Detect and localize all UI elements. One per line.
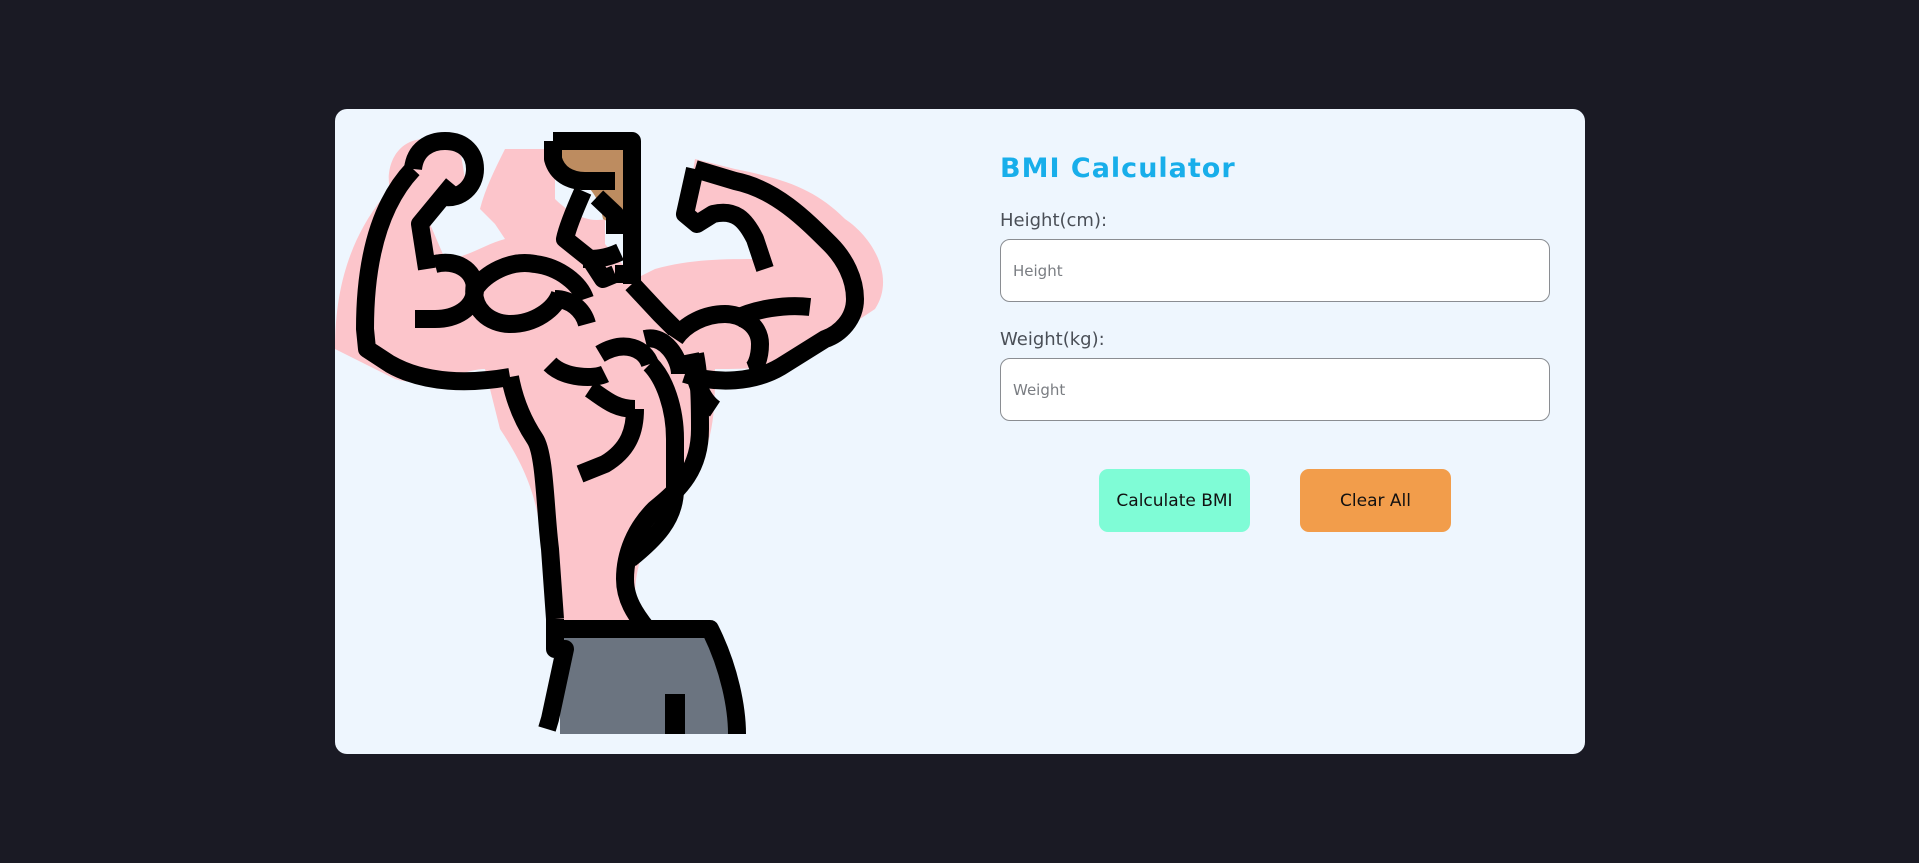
weight-input[interactable] [1000, 358, 1550, 421]
illustration-panel [335, 109, 975, 754]
page-title: BMI Calculator [1000, 153, 1236, 184]
flexing-man-icon [335, 132, 884, 735]
clear-all-button[interactable]: Clear All [1300, 469, 1451, 532]
bmi-card: BMI Calculator Height(cm): Weight(kg): C… [335, 109, 1585, 754]
weight-label: Weight(kg): [1000, 329, 1105, 350]
calculate-bmi-button[interactable]: Calculate BMI [1099, 469, 1250, 532]
button-row: Calculate BMI Clear All [1099, 469, 1451, 532]
bmi-form: BMI Calculator Height(cm): Weight(kg): C… [1000, 151, 1550, 532]
height-input[interactable] [1000, 239, 1550, 302]
height-label: Height(cm): [1000, 210, 1108, 231]
